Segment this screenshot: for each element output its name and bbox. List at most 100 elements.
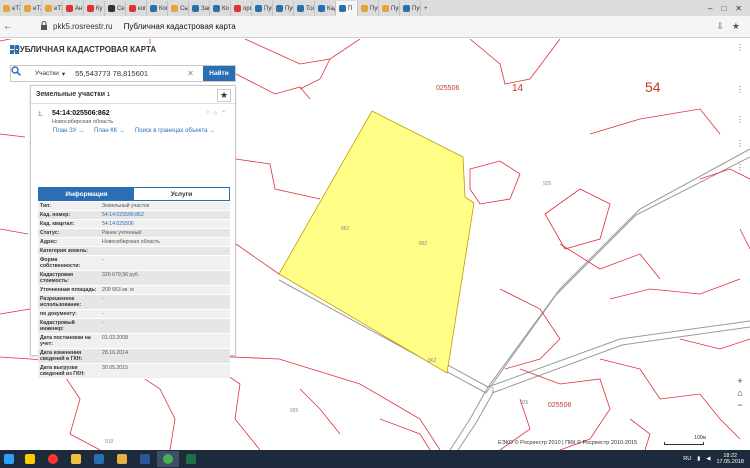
collapse-icon[interactable]: ⌃ [221, 110, 226, 117]
parcel-boundary [589, 108, 721, 135]
browser-tab[interactable]: орг [231, 1, 252, 16]
measure-menu-icon[interactable]: ⋮ [734, 137, 746, 149]
browser-page-title: Публичная кадастровая карта [123, 22, 236, 31]
layers-menu-icon[interactable]: ⋮ [734, 83, 746, 95]
zoom-to-icon[interactable]: ○ [206, 110, 210, 117]
url-field[interactable]: pkk5.rosreestr.ru Публичная кадастровая … [40, 21, 236, 32]
property-value[interactable]: 54:14:025506:862 [100, 211, 230, 219]
browser-tab[interactable]: eTX [42, 1, 63, 16]
chrome-icon[interactable] [157, 451, 179, 467]
browser-tab[interactable]: Кад [315, 1, 336, 16]
browser-tab[interactable]: Пуб [252, 1, 273, 16]
property-key: Категория земель: [40, 248, 88, 254]
excel-icon[interactable] [180, 451, 202, 467]
browser-tab[interactable]: Пуб [358, 1, 379, 16]
result-cad-number: 54:14:025506:862 [52, 110, 110, 117]
parcel-boundary [609, 278, 741, 300]
parcel-boundary [0, 308, 31, 315]
browser-tab[interactable]: Ант [63, 1, 84, 16]
map-canvas[interactable]: 025506 025506 14 54 862 862 862 925 925 … [0, 39, 750, 450]
etx-favicon-icon [24, 5, 31, 12]
parcel-boundary [299, 388, 341, 435]
browser-tab[interactable]: eTX [21, 1, 42, 16]
property-key: Дата постановки на учет: [40, 335, 91, 347]
new-tab-icon[interactable]: + [421, 1, 435, 16]
browser-tab[interactable]: Пуб [273, 1, 294, 16]
bookmark-star-icon[interactable]: ★ [732, 21, 740, 32]
browser-tab[interactable]: Ко [210, 1, 231, 16]
link-plan-zu[interactable]: План ЗУ → [53, 128, 84, 134]
property-row: Кадастровый инженер: - [38, 319, 230, 334]
scale-bar: 100м [656, 435, 708, 446]
info-tabs: Информация Услуги [38, 187, 230, 201]
block-label-right: 025506 [548, 402, 571, 409]
yandex-icon[interactable] [42, 451, 64, 467]
property-value: - [102, 296, 104, 302]
clear-icon[interactable]: ✕ [187, 69, 194, 78]
folder-icon[interactable] [111, 451, 133, 467]
tools-menu-icon[interactable]: ⋮ [734, 113, 746, 125]
browser-tab[interactable]: П [336, 1, 358, 16]
windows-taskbar: RU ▮ ◀ 18:22 17.05.2018 [0, 450, 750, 468]
browser-tab[interactable]: ког [126, 1, 147, 16]
yandex-browser-icon[interactable] [19, 451, 41, 467]
browser-tab-label: Тол [306, 5, 315, 12]
search-input[interactable] [75, 69, 186, 78]
maximize-icon[interactable]: □ [721, 4, 726, 13]
parcel-label: 862 [341, 226, 350, 232]
language-indicator[interactable]: RU [683, 456, 691, 462]
vk-icon[interactable] [88, 451, 110, 467]
property-value[interactable]: 54:14:025506 [100, 220, 230, 228]
property-key: Статус: [40, 230, 60, 236]
link-plan-kk[interactable]: План КК → [94, 128, 125, 134]
property-key: Кадастровая стоимость: [40, 272, 74, 284]
url-host: pkk5.rosreestr.ru [53, 22, 113, 31]
result-index: 1. [38, 111, 44, 118]
browser-tab[interactable]: Пуб [400, 1, 421, 16]
zoom-home-icon[interactable]: ⌂ [734, 388, 746, 398]
property-value [100, 247, 230, 255]
windows-start-icon[interactable] [0, 450, 18, 468]
zoom-out-icon[interactable]: − [734, 400, 746, 410]
browser-tab[interactable]: Ку [84, 1, 105, 16]
link-search-bounds[interactable]: Поиск в границах объекта → [135, 128, 215, 134]
property-row: Кад. номер: 54:14:025506:862 [38, 211, 230, 220]
property-row: Адрес: Новосибирская область [38, 238, 230, 247]
browser-tab[interactable]: Сы [168, 1, 189, 16]
download-icon[interactable]: ⇩ [716, 21, 724, 32]
browser-tab[interactable]: Тол [294, 1, 315, 16]
more-menu-icon[interactable]: ⋮ [734, 41, 746, 53]
district-number-14: 14 [512, 83, 524, 94]
print-menu-icon[interactable]: ⋮ [734, 161, 746, 173]
browser-tab[interactable]: Зак [189, 1, 210, 16]
tab-info[interactable]: Информация [39, 188, 134, 200]
files-icon[interactable] [65, 451, 87, 467]
star-outline-icon[interactable]: ☆ [213, 110, 218, 117]
system-clock[interactable]: 18:22 17.05.2018 [716, 453, 744, 465]
browser-tab-strip: eTX eTX eTX Ант Ку Се ког Ког Сы Зак Ко орг Пуб Пуб То… [0, 0, 750, 16]
browser-tab[interactable]: eTX [0, 1, 21, 16]
back-arrow-icon[interactable]: ← [0, 19, 16, 35]
browser-tab[interactable]: Се [105, 1, 126, 16]
property-row: Статус: Ранее учтенный [38, 229, 230, 238]
minimize-icon[interactable]: – [708, 4, 712, 13]
browser-tab[interactable]: Ког [147, 1, 168, 16]
search-type-dropdown[interactable]: Участки ▾ [35, 70, 65, 78]
parcel-boundary [469, 160, 521, 205]
find-button[interactable]: Найти [203, 66, 235, 81]
site-title: ПУБЛИЧНАЯ КАДАСТРОВАЯ КАРТА [10, 45, 156, 54]
parcel-boundary [599, 358, 741, 440]
word-icon[interactable] [134, 451, 156, 467]
property-key: Уточненная площадь: [40, 287, 97, 293]
search-icon[interactable] [11, 66, 27, 81]
zoom-in-icon[interactable]: + [734, 376, 746, 386]
favorite-star-icon[interactable]: ★ [217, 89, 231, 102]
network-icon[interactable]: ▮ [697, 456, 700, 462]
results-panel: Земельные участки 1 ★ 1. 54:14:025506:86… [30, 85, 236, 379]
parcel-boundary [59, 368, 101, 450]
volume-icon[interactable]: ◀ [706, 456, 710, 462]
tab-services[interactable]: Услуги [134, 188, 229, 200]
browser-tab[interactable]: Пуб [379, 1, 400, 16]
close-icon[interactable]: ✕ [735, 4, 742, 13]
browser-tab-label: Пуб [412, 5, 420, 12]
